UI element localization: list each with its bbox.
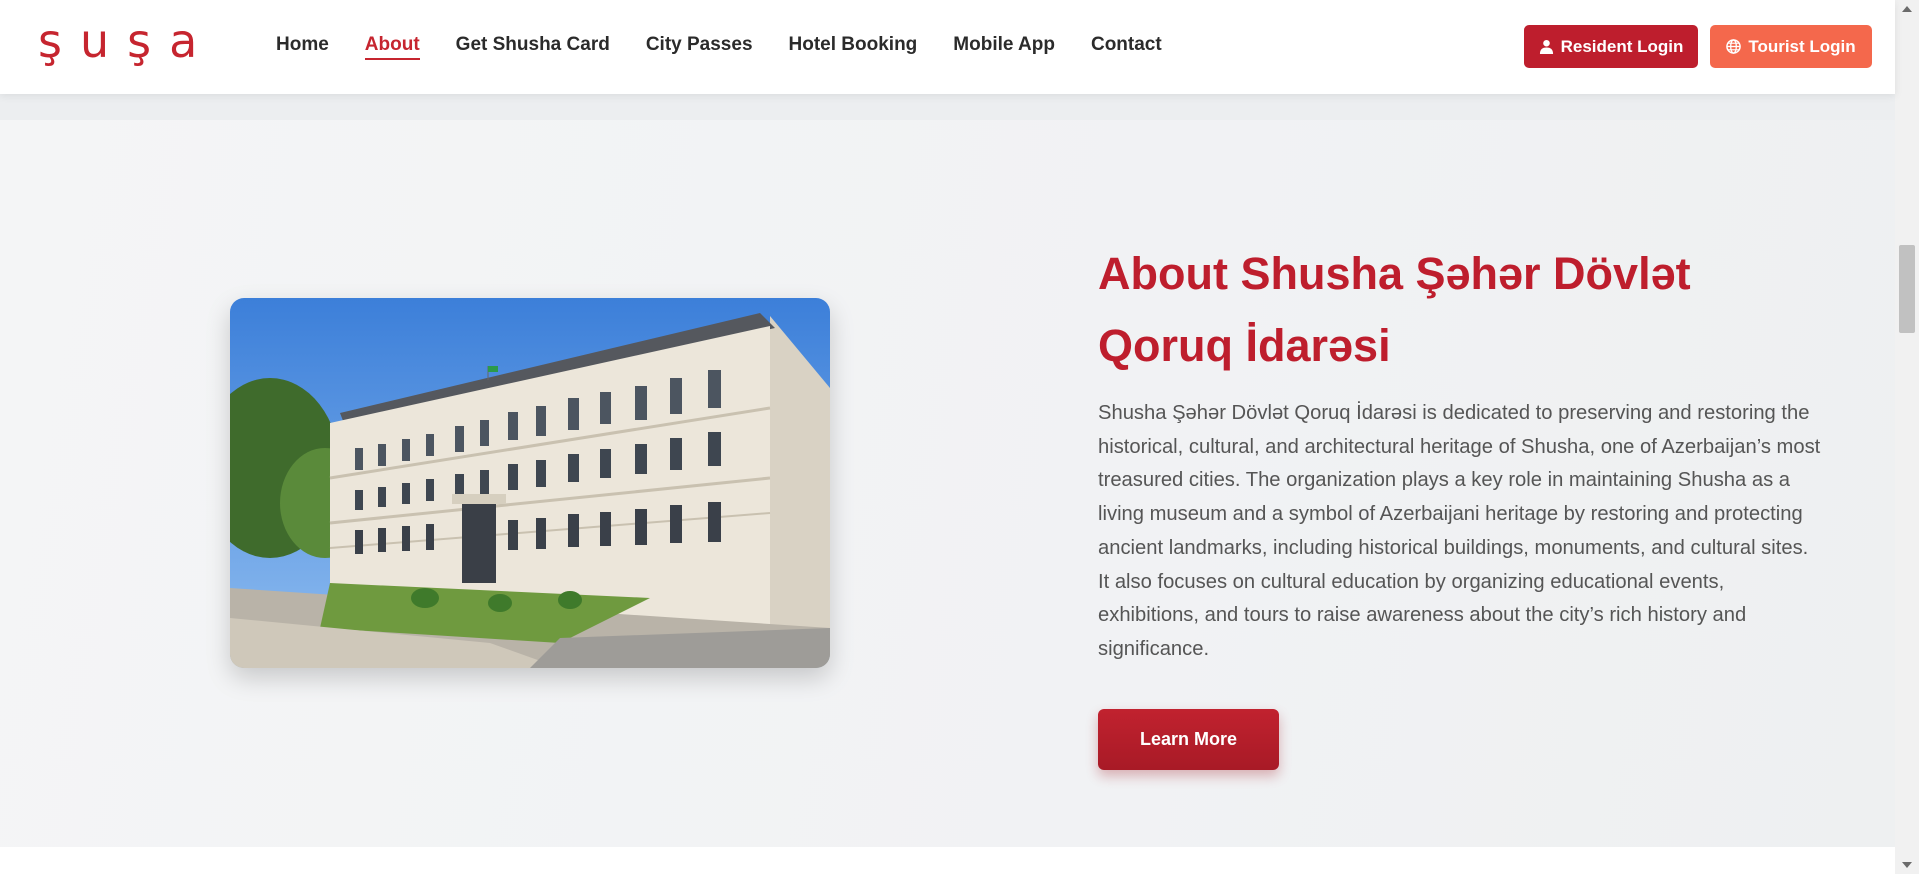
nav-hotel-booking[interactable]: Hotel Booking	[789, 34, 918, 60]
nav-home[interactable]: Home	[276, 34, 329, 60]
page-scrollbar[interactable]	[1895, 0, 1919, 874]
user-icon	[1539, 39, 1553, 54]
nav-mobile-app[interactable]: Mobile App	[953, 34, 1055, 60]
learn-more-button[interactable]: Learn More	[1098, 709, 1279, 770]
main-nav: Home About Get Shusha Card City Passes H…	[276, 34, 1198, 60]
about-description: Shusha Şəhər Dövlət Qoruq İdarəsi is ded…	[1098, 402, 1821, 660]
resident-login-label: Resident Login	[1560, 36, 1684, 56]
header-shadow-band	[0, 94, 1895, 120]
resident-login-button[interactable]: Resident Login	[1524, 25, 1698, 68]
nav-about[interactable]: About	[364, 34, 420, 60]
administration-building-photo	[230, 298, 830, 668]
about-title: About Shusha Şəhər Dövlət Qoruq İdarəsi	[1098, 248, 1691, 371]
tourist-login-button[interactable]: Tourist Login	[1710, 25, 1872, 68]
logo-text: şuşa	[38, 14, 216, 68]
nav-get-shusha-card[interactable]: Get Shusha Card	[456, 34, 610, 60]
scrollbar-thumb[interactable]	[1899, 245, 1915, 333]
tourist-login-label: Tourist Login	[1748, 36, 1856, 56]
site-logo[interactable]: şuşa	[38, 14, 214, 68]
about-section: About Shusha Şəhər Dövlət Qoruq İdarəsi …	[0, 120, 1895, 847]
scroll-down-arrow-icon[interactable]	[1902, 862, 1912, 868]
site-header: şuşa Home About Get Shusha Card City Pas…	[0, 0, 1895, 94]
nav-city-passes[interactable]: City Passes	[646, 34, 753, 60]
globe-icon	[1726, 39, 1742, 54]
nav-contact[interactable]: Contact	[1091, 34, 1162, 60]
next-section-edge	[0, 847, 1895, 874]
scroll-up-arrow-icon[interactable]	[1902, 6, 1912, 12]
